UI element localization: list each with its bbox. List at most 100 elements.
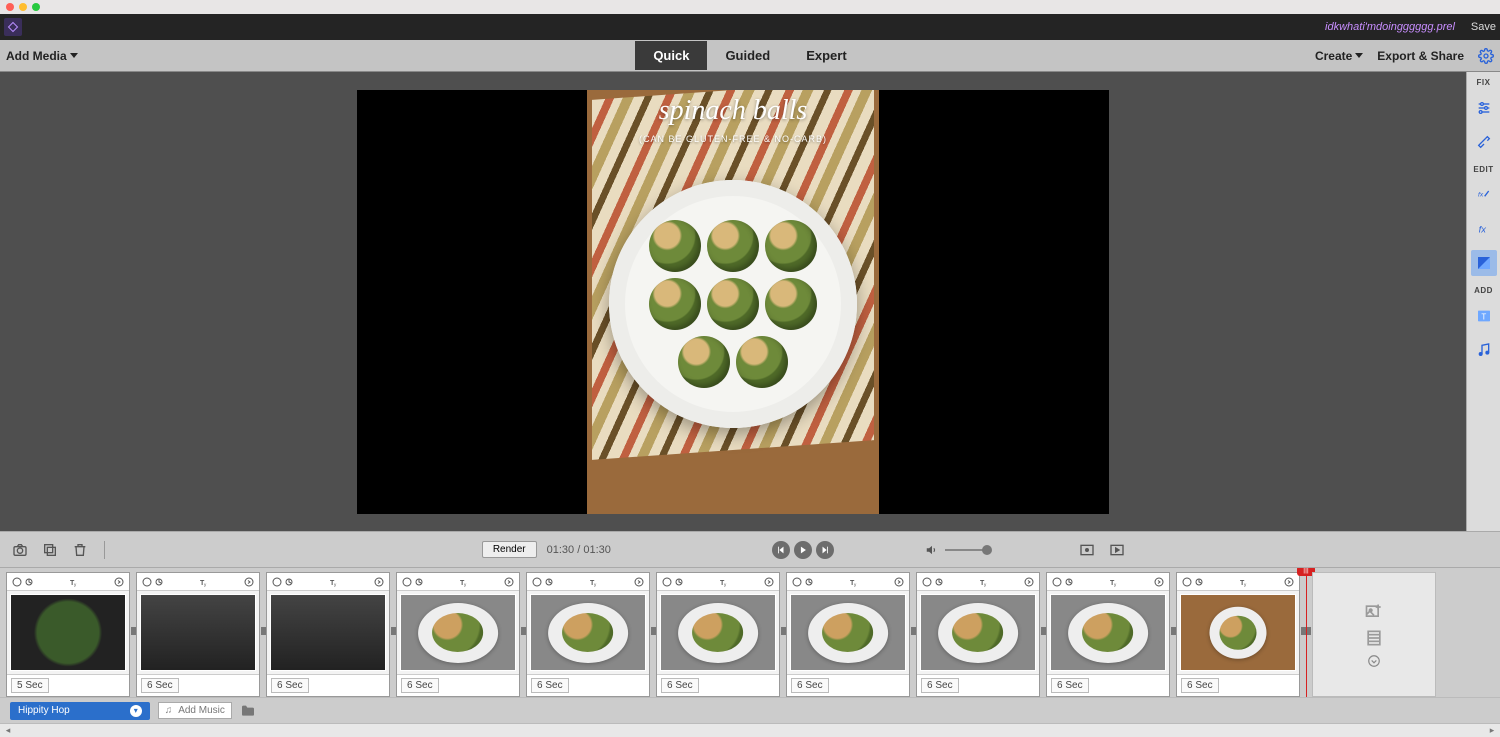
svg-text:y: y [594,582,597,587]
clip-header: Ty [787,573,909,591]
sound-selector[interactable]: Hippity Hop ▾ [10,702,150,720]
horizontal-scrollbar[interactable]: ◂ ▸ [0,723,1500,737]
create-dropdown[interactable]: Create [1315,49,1363,63]
clip-footer: 6 Sec [787,674,909,696]
clip-duration: 6 Sec [1051,678,1089,693]
snapshot-camera-icon[interactable] [10,540,30,560]
tab-expert[interactable]: Expert [788,41,864,70]
clip-duration: 6 Sec [661,678,699,693]
save-button[interactable]: Save [1471,21,1496,33]
scroll-left-arrow[interactable]: ◂ [2,725,14,736]
safe-margins-icon[interactable] [1077,540,1097,560]
clip-header: Ty [137,573,259,591]
clip-duration: 6 Sec [921,678,959,693]
mode-tabs: Quick Guided Expert [635,41,864,70]
fullscreen-icon[interactable] [1107,540,1127,560]
add-image-icon [1364,602,1384,622]
add-music-label: Add Music [178,705,225,716]
clip-duration: 6 Sec [401,678,439,693]
transport-buttons [772,541,834,559]
timeline-clip[interactable]: Ty 6 Sec [1046,572,1170,697]
transitions-icon[interactable] [1471,250,1497,276]
scroll-right-arrow[interactable]: ▸ [1486,725,1498,736]
svg-text:y: y [984,582,987,587]
preview-stage: spinach balls (CAN BE GLUTEN-FREE & NO-C… [0,72,1466,531]
titles-text-icon[interactable]: T [1471,303,1497,329]
clip-footer: 6 Sec [1177,674,1299,696]
main-area: spinach balls (CAN BE GLUTEN-FREE & NO-C… [0,72,1500,531]
svg-text:fx: fx [1478,224,1486,234]
music-note-icon: ♫ [165,705,173,716]
tools-wrench-icon[interactable] [1471,129,1497,155]
layers-icon[interactable] [40,540,60,560]
clip-thumbnail[interactable] [140,594,256,671]
clip-header: Ty [7,573,129,591]
add-clip-dropzone[interactable] [1312,572,1436,697]
render-button[interactable]: Render [482,541,537,558]
clip-footer: 6 Sec [657,674,779,696]
clip-duration: 6 Sec [141,678,179,693]
clip-footer: 6 Sec [1047,674,1169,696]
clip-thumbnail[interactable] [790,594,906,671]
tab-quick[interactable]: Quick [635,41,707,70]
clip-footer: 6 Sec [527,674,649,696]
svg-text:y: y [1114,582,1117,587]
close-window-dot[interactable] [6,3,14,11]
timeline-clip[interactable]: Ty 6 Sec [136,572,260,697]
timeline-clip[interactable]: Ty 6 Sec [1176,572,1300,697]
clip-thumbnail[interactable] [270,594,386,671]
adjust-sliders-icon[interactable] [1471,95,1497,121]
tab-guided[interactable]: Guided [707,41,788,70]
timeline-clip[interactable]: Ty 6 Sec [526,572,650,697]
prev-frame-button[interactable] [772,541,790,559]
add-media-button[interactable]: Add Media [6,49,78,63]
volume-slider[interactable] [945,549,987,551]
next-frame-button[interactable] [816,541,834,559]
rail-add-header: ADD [1474,286,1493,295]
timeline[interactable]: Ty 5 Sec Ty 6 Sec Ty 6 Sec Ty 6 Sec Ty 6… [0,567,1500,697]
video-preview[interactable]: spinach balls (CAN BE GLUTEN-FREE & NO-C… [357,90,1109,514]
svg-text:y: y [854,582,857,587]
play-button[interactable] [794,541,812,559]
project-filename: idkwhati'mdoingggggg.prel [1325,21,1455,33]
audio-bar: Hippity Hop ▾ ♫ Add Music [0,697,1500,723]
fx-brush-icon[interactable]: fx [1471,182,1497,208]
clip-footer: 6 Sec [397,674,519,696]
volume-control[interactable] [925,543,987,557]
window-titlebar [0,0,1500,14]
timeline-clip[interactable]: Ty 6 Sec [656,572,780,697]
clip-thumbnail[interactable] [530,594,646,671]
add-media-label: Add Media [6,49,67,63]
fx-icon[interactable]: fx [1471,216,1497,242]
folder-icon[interactable] [240,703,256,719]
clip-duration: 6 Sec [271,678,309,693]
clip-thumbnail[interactable] [1180,594,1296,671]
music-note-icon[interactable] [1471,337,1497,363]
clip-header: Ty [267,573,389,591]
settings-gear-icon[interactable] [1478,48,1494,64]
clip-footer: 6 Sec [267,674,389,696]
clip-header: Ty [527,573,649,591]
timecode: 01:30 / 01:30 [547,544,611,556]
svg-text:y: y [724,582,727,587]
trash-icon[interactable] [70,540,90,560]
timeline-clip[interactable]: Ty 6 Sec [396,572,520,697]
rail-edit-header: EDIT [1473,165,1493,174]
timeline-clip[interactable]: Ty 5 Sec [6,572,130,697]
clip-thumbnail[interactable] [10,594,126,671]
playhead[interactable] [1306,568,1307,697]
chevron-down-icon[interactable] [1367,654,1381,668]
minimize-window-dot[interactable] [19,3,27,11]
clip-header: Ty [397,573,519,591]
clip-thumbnail[interactable] [400,594,516,671]
export-share-button[interactable]: Export & Share [1377,49,1464,63]
timeline-clip[interactable]: Ty 6 Sec [916,572,1040,697]
clip-thumbnail[interactable] [1050,594,1166,671]
playback-controls: Render 01:30 / 01:30 [0,531,1500,567]
timeline-clip[interactable]: Ty 6 Sec [266,572,390,697]
clip-thumbnail[interactable] [660,594,776,671]
maximize-window-dot[interactable] [32,3,40,11]
clip-thumbnail[interactable] [920,594,1036,671]
add-music-button[interactable]: ♫ Add Music [158,702,232,719]
timeline-clip[interactable]: Ty 6 Sec [786,572,910,697]
